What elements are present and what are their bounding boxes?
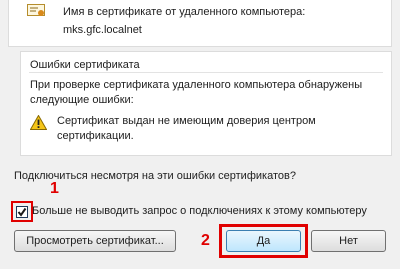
dont-ask-checkbox-label[interactable]: Больше не выводить запрос о подключениях…	[32, 205, 367, 217]
errors-description: При проверке сертификата удаленного комп…	[30, 79, 363, 106]
warning-text: Сертификат выдан не имеющим доверия цент…	[57, 115, 316, 142]
certificate-icon	[27, 4, 45, 18]
certificate-warning-dialog: Имя в сертификате от удаленного компьюте…	[0, 0, 400, 269]
view-certificate-button[interactable]: Просмотреть сертификат...	[14, 230, 176, 252]
group-divider	[29, 72, 383, 73]
certificate-name-panel: Имя в сертификате от удаленного компьюте…	[8, 0, 392, 47]
certificate-errors-group: Ошибки сертификата При проверке сертифик…	[20, 51, 392, 156]
checkbox-highlight-box	[11, 201, 33, 222]
annotation-marker-2: 2	[201, 232, 210, 249]
group-title: Ошибки сертификата	[30, 59, 140, 71]
certificate-name-label: Имя в сертификате от удаленного компьюте…	[63, 6, 306, 18]
warning-icon	[29, 114, 48, 130]
no-button[interactable]: Нет	[311, 230, 386, 252]
annotation-marker-1: 1	[50, 180, 59, 197]
yes-button-highlight-box	[219, 224, 308, 258]
certificate-name-value: mks.gfc.localnet	[63, 24, 142, 36]
